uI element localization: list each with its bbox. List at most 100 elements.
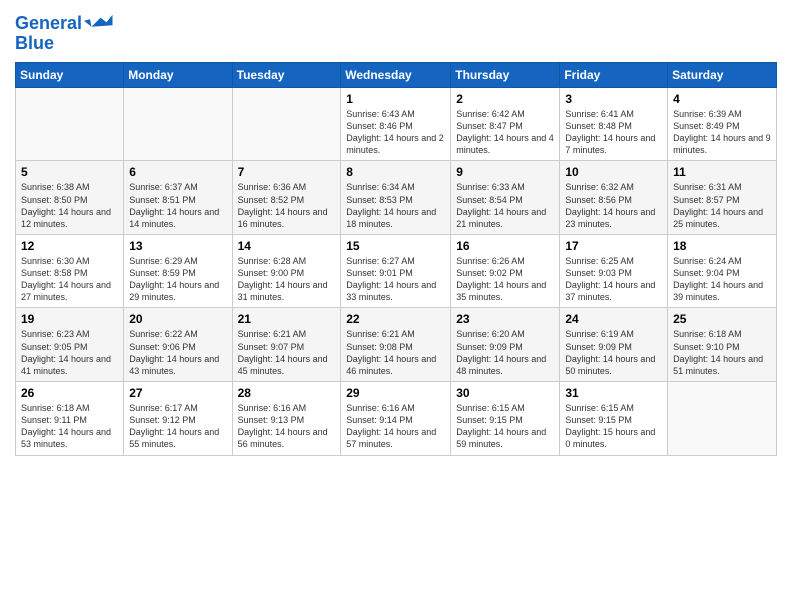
day-number: 10 xyxy=(565,165,662,179)
calendar-header-row: SundayMondayTuesdayWednesdayThursdayFrid… xyxy=(16,62,777,87)
day-content: Sunrise: 6:20 AM Sunset: 9:09 PM Dayligh… xyxy=(456,328,554,377)
day-content: Sunrise: 6:42 AM Sunset: 8:47 PM Dayligh… xyxy=(456,108,554,157)
day-content: Sunrise: 6:16 AM Sunset: 9:14 PM Dayligh… xyxy=(346,402,445,451)
calendar-cell: 9Sunrise: 6:33 AM Sunset: 8:54 PM Daylig… xyxy=(451,161,560,235)
calendar-cell: 17 Sunrise: 6:25 AM Sunset: 9:03 PM Dayli… xyxy=(560,234,668,308)
calendar-cell: 30 Sunrise: 6:15 AM Sunset: 9:15 PM Dayli… xyxy=(451,382,560,456)
calendar-week-row: 1 Sunrise: 6:43 AM Sunset: 8:46 PM Daylig… xyxy=(16,87,777,161)
calendar-cell: 7Sunrise: 6:36 AM Sunset: 8:52 PM Daylig… xyxy=(232,161,341,235)
day-number: 5 xyxy=(21,165,118,179)
day-content: Sunrise: 6:17 AM Sunset: 9:12 PM Dayligh… xyxy=(129,402,226,451)
day-content: Sunrise: 6:16 AM Sunset: 9:13 PM Dayligh… xyxy=(238,402,336,451)
day-number: 11 xyxy=(673,165,771,179)
day-number: 12 xyxy=(21,239,118,253)
calendar-cell: 15 Sunrise: 6:27 AM Sunset: 9:01 PM Dayli… xyxy=(341,234,451,308)
calendar-day-header: Saturday xyxy=(668,62,777,87)
day-number: 3 xyxy=(565,92,662,106)
day-number: 17 xyxy=(565,239,662,253)
day-number: 28 xyxy=(238,386,336,400)
calendar-cell: 14 Sunrise: 6:28 AM Sunset: 9:00 PM Dayli… xyxy=(232,234,341,308)
calendar-cell: 8 Sunrise: 6:34 AM Sunset: 8:53 PM Daylig… xyxy=(341,161,451,235)
calendar-cell: 13 Sunrise: 6:29 AM Sunset: 8:59 PM Dayli… xyxy=(124,234,232,308)
day-content: Sunrise: 6:39 AM Sunset: 8:49 PM Dayligh… xyxy=(673,108,771,157)
calendar-cell: 19 Sunrise: 6:23 AM Sunset: 9:05 PM Dayli… xyxy=(16,308,124,382)
day-content: Sunrise: 6:18 AM Sunset: 9:11 PM Dayligh… xyxy=(21,402,118,451)
calendar-cell xyxy=(668,382,777,456)
calendar-cell: 2 Sunrise: 6:42 AM Sunset: 8:47 PM Daylig… xyxy=(451,87,560,161)
calendar-cell: 21 Sunrise: 6:21 AM Sunset: 9:07 PM Dayli… xyxy=(232,308,341,382)
day-number: 21 xyxy=(238,312,336,326)
day-number: 2 xyxy=(456,92,554,106)
day-number: 19 xyxy=(21,312,118,326)
day-number: 4 xyxy=(673,92,771,106)
calendar-cell: 28 Sunrise: 6:16 AM Sunset: 9:13 PM Dayli… xyxy=(232,382,341,456)
calendar-cell xyxy=(232,87,341,161)
day-number: 25 xyxy=(673,312,771,326)
day-number: 13 xyxy=(129,239,226,253)
logo-text-blue: Blue xyxy=(15,34,114,54)
calendar-week-row: 5 Sunrise: 6:38 AM Sunset: 8:50 PM Daylig… xyxy=(16,161,777,235)
day-content: Sunrise: 6:41 AM Sunset: 8:48 PM Dayligh… xyxy=(565,108,662,157)
calendar-cell: 22 Sunrise: 6:21 AM Sunset: 9:08 PM Dayli… xyxy=(341,308,451,382)
calendar-cell: 6Sunrise: 6:37 AM Sunset: 8:51 PM Daylig… xyxy=(124,161,232,235)
calendar-cell: 20 Sunrise: 6:22 AM Sunset: 9:06 PM Dayli… xyxy=(124,308,232,382)
day-content: Sunrise: 6:43 AM Sunset: 8:46 PM Dayligh… xyxy=(346,108,445,157)
day-number: 20 xyxy=(129,312,226,326)
calendar-week-row: 19 Sunrise: 6:23 AM Sunset: 9:05 PM Dayli… xyxy=(16,308,777,382)
day-number: 23 xyxy=(456,312,554,326)
calendar-week-row: 26 Sunrise: 6:18 AM Sunset: 9:11 PM Dayli… xyxy=(16,382,777,456)
day-number: 14 xyxy=(238,239,336,253)
day-content: Sunrise: 6:19 AM Sunset: 9:09 PM Dayligh… xyxy=(565,328,662,377)
day-number: 7 xyxy=(238,165,336,179)
logo-text-general: General xyxy=(15,14,82,34)
calendar-day-header: Friday xyxy=(560,62,668,87)
page: General Blue SundayMondayTuesdayWednesda… xyxy=(0,0,792,612)
day-number: 26 xyxy=(21,386,118,400)
day-number: 30 xyxy=(456,386,554,400)
day-content: Sunrise: 6:30 AM Sunset: 8:58 PM Dayligh… xyxy=(21,255,118,304)
day-content: Sunrise: 6:31 AM Sunset: 8:57 PM Dayligh… xyxy=(673,181,771,230)
day-number: 9 xyxy=(456,165,554,179)
day-number: 16 xyxy=(456,239,554,253)
day-content: Sunrise: 6:25 AM Sunset: 9:03 PM Dayligh… xyxy=(565,255,662,304)
day-number: 18 xyxy=(673,239,771,253)
day-content: Sunrise: 6:15 AM Sunset: 9:15 PM Dayligh… xyxy=(456,402,554,451)
calendar-day-header: Sunday xyxy=(16,62,124,87)
calendar-cell: 11 Sunrise: 6:31 AM Sunset: 8:57 PM Dayli… xyxy=(668,161,777,235)
day-content: Sunrise: 6:38 AM Sunset: 8:50 PM Dayligh… xyxy=(21,181,118,230)
day-content: Sunrise: 6:27 AM Sunset: 9:01 PM Dayligh… xyxy=(346,255,445,304)
calendar-cell: 27Sunrise: 6:17 AM Sunset: 9:12 PM Dayli… xyxy=(124,382,232,456)
day-number: 8 xyxy=(346,165,445,179)
calendar-day-header: Thursday xyxy=(451,62,560,87)
day-number: 15 xyxy=(346,239,445,253)
day-content: Sunrise: 6:34 AM Sunset: 8:53 PM Dayligh… xyxy=(346,181,445,230)
day-content: Sunrise: 6:18 AM Sunset: 9:10 PM Dayligh… xyxy=(673,328,771,377)
day-content: Sunrise: 6:32 AM Sunset: 8:56 PM Dayligh… xyxy=(565,181,662,230)
day-number: 29 xyxy=(346,386,445,400)
calendar-cell: 16 Sunrise: 6:26 AM Sunset: 9:02 PM Dayli… xyxy=(451,234,560,308)
day-content: Sunrise: 6:21 AM Sunset: 9:07 PM Dayligh… xyxy=(238,328,336,377)
calendar-cell: 24Sunrise: 6:19 AM Sunset: 9:09 PM Dayli… xyxy=(560,308,668,382)
calendar-table: SundayMondayTuesdayWednesdayThursdayFrid… xyxy=(15,62,777,456)
calendar-cell: 26 Sunrise: 6:18 AM Sunset: 9:11 PM Dayli… xyxy=(16,382,124,456)
day-content: Sunrise: 6:24 AM Sunset: 9:04 PM Dayligh… xyxy=(673,255,771,304)
day-content: Sunrise: 6:26 AM Sunset: 9:02 PM Dayligh… xyxy=(456,255,554,304)
calendar-cell xyxy=(16,87,124,161)
calendar-cell: 1 Sunrise: 6:43 AM Sunset: 8:46 PM Daylig… xyxy=(341,87,451,161)
day-number: 22 xyxy=(346,312,445,326)
calendar-cell: 25 Sunrise: 6:18 AM Sunset: 9:10 PM Dayli… xyxy=(668,308,777,382)
day-content: Sunrise: 6:28 AM Sunset: 9:00 PM Dayligh… xyxy=(238,255,336,304)
calendar-cell: 29 Sunrise: 6:16 AM Sunset: 9:14 PM Dayli… xyxy=(341,382,451,456)
calendar-week-row: 12 Sunrise: 6:30 AM Sunset: 8:58 PM Dayli… xyxy=(16,234,777,308)
day-content: Sunrise: 6:21 AM Sunset: 9:08 PM Dayligh… xyxy=(346,328,445,377)
day-content: Sunrise: 6:22 AM Sunset: 9:06 PM Dayligh… xyxy=(129,328,226,377)
calendar-cell xyxy=(124,87,232,161)
day-number: 1 xyxy=(346,92,445,106)
calendar-cell: 4 Sunrise: 6:39 AM Sunset: 8:49 PM Daylig… xyxy=(668,87,777,161)
calendar-cell: 12 Sunrise: 6:30 AM Sunset: 8:58 PM Dayli… xyxy=(16,234,124,308)
day-content: Sunrise: 6:29 AM Sunset: 8:59 PM Dayligh… xyxy=(129,255,226,304)
day-content: Sunrise: 6:23 AM Sunset: 9:05 PM Dayligh… xyxy=(21,328,118,377)
calendar-day-header: Wednesday xyxy=(341,62,451,87)
day-content: Sunrise: 6:37 AM Sunset: 8:51 PM Dayligh… xyxy=(129,181,226,230)
calendar-cell: 5 Sunrise: 6:38 AM Sunset: 8:50 PM Daylig… xyxy=(16,161,124,235)
